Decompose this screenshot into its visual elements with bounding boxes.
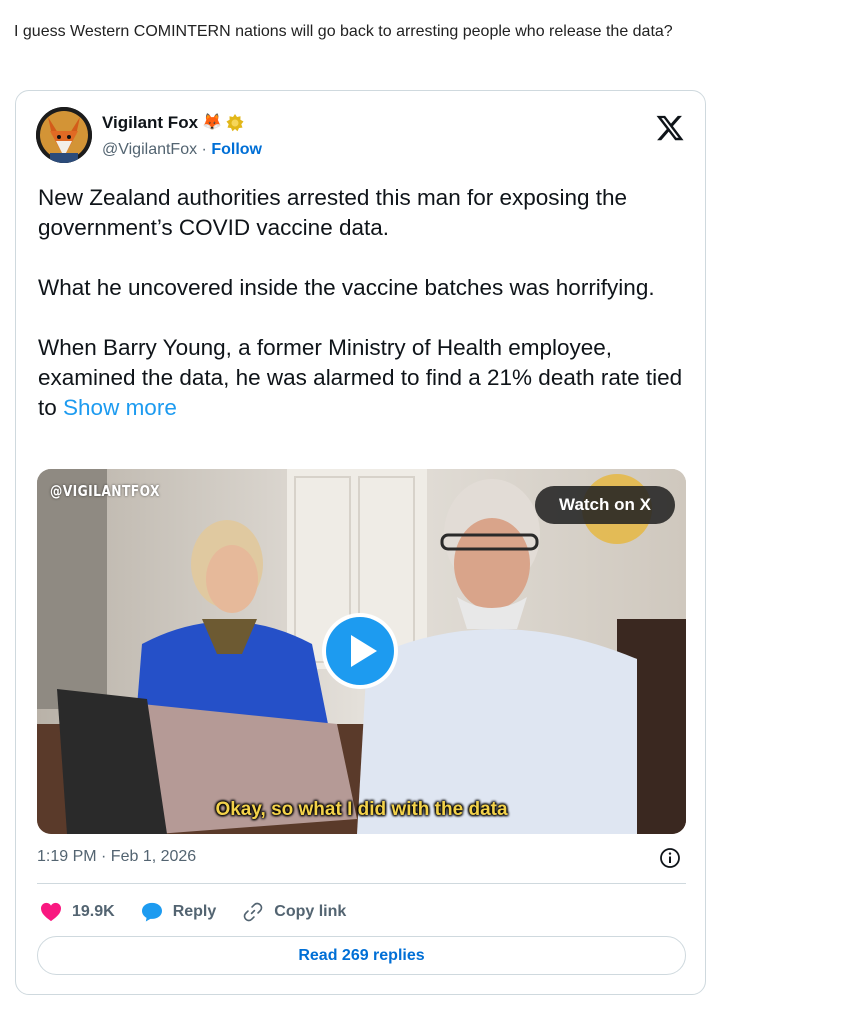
- show-more-link[interactable]: Show more: [63, 395, 177, 420]
- read-replies-button[interactable]: Read 269 replies: [37, 936, 686, 975]
- author-name-text: Vigilant Fox: [102, 113, 199, 132]
- action-bar: 19.9K Reply Copy link: [40, 900, 372, 924]
- divider: [37, 883, 686, 884]
- x-logo-icon[interactable]: [654, 113, 686, 143]
- tweet-body: New Zealand authorities arrested this ma…: [38, 183, 688, 423]
- handle-row: @VigilantFox · Follow: [102, 141, 262, 159]
- watch-on-x-button[interactable]: Watch on X: [535, 486, 675, 524]
- verified-gold-badge-icon: [226, 114, 244, 132]
- tweet-timestamp[interactable]: 1:19 PM · Feb 1, 2026: [37, 848, 196, 866]
- author-name[interactable]: Vigilant Fox 🦊: [102, 113, 244, 133]
- reply-bubble-icon: [141, 902, 162, 922]
- video-thumbnail[interactable]: @VIGILANTFOX Watch on X Okay, so what I …: [37, 469, 686, 834]
- copy-link-label: Copy link: [274, 903, 347, 920]
- post-text: I guess Western COMINTERN nations will g…: [14, 23, 673, 40]
- fox-avatar-icon: [36, 107, 92, 163]
- author-avatar[interactable]: [36, 107, 92, 163]
- play-button-icon[interactable]: [320, 611, 400, 691]
- info-icon[interactable]: [659, 847, 681, 869]
- follow-link[interactable]: Follow: [211, 141, 262, 158]
- reply-button[interactable]: Reply: [141, 902, 217, 922]
- tweet-paragraph: New Zealand authorities arrested this ma…: [38, 185, 628, 240]
- like-count: 19.9K: [72, 903, 115, 920]
- link-icon: [243, 902, 263, 922]
- heart-icon: [41, 902, 61, 922]
- tweet-paragraph: When Barry Young, a former Ministry of H…: [38, 333, 688, 423]
- video-caption: Okay, so what I did with the data: [215, 799, 508, 820]
- copy-link-button[interactable]: Copy link: [242, 901, 346, 923]
- video-watermark: @VIGILANTFOX: [50, 482, 160, 500]
- author-handle[interactable]: @VigilantFox: [102, 141, 197, 158]
- fox-face-icon: 🦊: [202, 114, 222, 131]
- like-button[interactable]: 19.9K: [40, 902, 115, 922]
- reply-label: Reply: [172, 903, 217, 920]
- tweet-paragraph: What he uncovered inside the vaccine bat…: [38, 275, 655, 300]
- handle-separator: ·: [197, 141, 212, 158]
- embedded-tweet-card[interactable]: Vigilant Fox 🦊 @VigilantFox · Follow New…: [15, 90, 706, 995]
